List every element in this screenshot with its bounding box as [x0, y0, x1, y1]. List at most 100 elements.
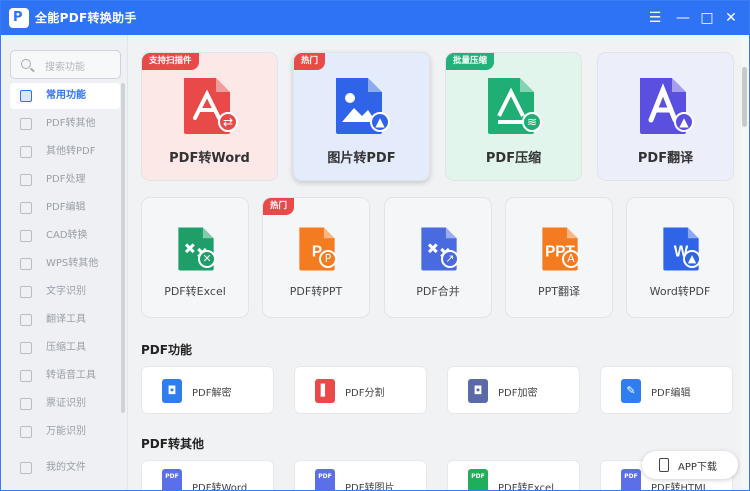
image-to-pdf-icon: ▲ — [332, 76, 390, 136]
pdf-compress-icon: ≋ — [484, 76, 542, 136]
image-to-pdf-card[interactable]: ▲ 热门 图片转PDF — [293, 52, 430, 181]
minimize-icon[interactable]: — — [673, 7, 693, 29]
sidebar-item-label: PDF转其他 — [46, 118, 96, 129]
search-placeholder: 搜索功能 — [45, 62, 85, 73]
pdf-merge-card[interactable]: ↗ PDF合并 — [384, 197, 492, 318]
nav-item-icon — [20, 314, 32, 326]
pdf-translate-card[interactable]: ▲ PDF翻译 — [597, 52, 734, 181]
maximize-icon[interactable]: □ — [697, 7, 717, 29]
feature-label: PDF转Word — [169, 151, 250, 166]
feature-label: PDF翻译 — [637, 151, 694, 166]
feature-tag: 热门 — [294, 53, 326, 70]
section-title-pdf-to-other: PDF转其他 — [141, 437, 204, 451]
lock-icon: ◘ — [468, 379, 488, 403]
pdf-badge-icon: PDF — [162, 469, 182, 490]
icon-badge: P — [319, 250, 337, 268]
nav-item-icon — [20, 370, 32, 382]
section-title-pdf-functions: PDF功能 — [141, 343, 192, 357]
close-icon[interactable]: ✕ — [721, 7, 741, 29]
sidebar-item[interactable]: 常用功能 — [10, 83, 120, 109]
sidebar-item[interactable]: 翻译工具 — [10, 307, 120, 333]
menu-icon[interactable]: ☰ — [645, 7, 665, 29]
pdf-to-word-item[interactable]: PDF PDF转Word — [141, 460, 274, 491]
nav-item-icon — [20, 258, 32, 270]
icon-badge: ↗ — [441, 250, 459, 268]
icon-badge: A — [562, 250, 580, 268]
icon-glyph: ▌ — [320, 384, 330, 397]
pdf-to-excel-item[interactable]: PDF PDF转Excel — [447, 460, 580, 490]
pdf-split-item[interactable]: ▌ PDF分割 — [294, 366, 427, 414]
sidebar-scrollbar[interactable] — [121, 83, 125, 413]
icon-glyph: ◘ — [167, 384, 177, 397]
sidebar-item[interactable]: 转语音工具 — [10, 363, 120, 389]
nav-item-icon — [20, 398, 32, 410]
sidebar-item[interactable]: 我的文件 — [10, 455, 120, 481]
app-download-button[interactable]: APP下载 — [642, 451, 738, 479]
pdf-translate-icon: ▲ — [636, 76, 694, 136]
nav-item-icon — [20, 462, 32, 474]
function-label: PDF转图片 — [345, 483, 395, 491]
sidebar-item-label: 我的文件 — [46, 462, 86, 473]
nav-item-icon — [20, 230, 32, 242]
nav-item-icon — [20, 90, 32, 102]
pdf-to-ppt-card[interactable]: P P 热门 PDF转PPT — [262, 197, 370, 318]
function-label: PDF分割 — [345, 388, 385, 399]
function-label: PDF编辑 — [651, 388, 691, 399]
pdf-encrypt-item[interactable]: ◘ PDF加密 — [447, 366, 580, 414]
icon-text: PDF — [318, 473, 332, 480]
sidebar: 搜索功能 常用功能 PDF转其他其他转PDF PDF处理 PDF编辑 CAD转换 WPS转… — [2, 35, 128, 490]
sidebar-item-label: PDF编辑 — [46, 202, 86, 213]
sidebar-item-label: 文字识别 — [46, 286, 86, 297]
icon-text: PDF — [165, 473, 179, 480]
pdf-to-word-card[interactable]: ⇄ 支持扫描件 PDF转Word — [141, 52, 278, 181]
sidebar-item-label: 转语音工具 — [46, 370, 96, 381]
nav-item-icon — [20, 146, 32, 158]
pdf-to-image-item[interactable]: PDF PDF转图片 — [294, 460, 427, 491]
pdf-decrypt-item[interactable]: ◘ PDF解密 — [141, 366, 274, 414]
sidebar-item[interactable]: 压缩工具 — [10, 335, 120, 361]
sidebar-item[interactable]: WPS转其他 — [10, 251, 120, 277]
sidebar-item[interactable]: PDF处理 — [10, 167, 120, 193]
sidebar-item[interactable]: 其他转PDF — [10, 139, 120, 165]
edit-icon: ✎ — [621, 379, 641, 403]
pdf-badge-icon: PDF — [468, 469, 488, 490]
main-content: PDF功能 PDF转其他 ⇄ 支持扫描件 PDF转Word ▲ 热门 图片转PDF ≋ 批… — [129, 35, 739, 491]
ppt-translate-card[interactable]: PPT A PPT翻译 — [505, 197, 613, 318]
secondary-label: PDF合并 — [416, 285, 460, 298]
word-to-pdf-card[interactable]: W ▲ Word转PDF — [626, 197, 734, 318]
app-download-label: APP下载 — [678, 462, 717, 473]
pdf-to-excel-card[interactable]: ✕ PDF转Excel — [141, 197, 249, 318]
secondary-label: PPT翻译 — [538, 285, 580, 298]
search-input[interactable]: 搜索功能 — [10, 50, 121, 79]
sidebar-item[interactable]: 文字识别 — [10, 279, 120, 305]
sidebar-item[interactable]: 万能识别 — [10, 419, 120, 445]
nav-item-icon — [20, 118, 32, 130]
function-label: PDF转Word — [192, 483, 248, 491]
sidebar-item[interactable]: CAD转换 — [10, 223, 120, 249]
title-bar: P 全能PDF转换助手 ☰ — □ ✕ — [1, 1, 749, 35]
app-logo: P — [9, 8, 29, 28]
icon-badge: ▲ — [674, 112, 694, 132]
main-scrollbar-thumb[interactable] — [742, 67, 747, 127]
sidebar-item[interactable]: PDF转其他 — [10, 111, 120, 137]
word-icon: W ▲ — [659, 226, 703, 272]
sidebar-item-label: 常用功能 — [46, 90, 86, 101]
sidebar-item-label: 票证识别 — [46, 398, 86, 409]
secondary-label: PDF转PPT — [289, 285, 343, 298]
ppt-translate-icon: PPT A — [538, 226, 582, 272]
sidebar-item[interactable]: PDF编辑 — [10, 195, 120, 221]
sidebar-item-label: 压缩工具 — [46, 342, 86, 353]
pdf-badge-icon: PDF — [315, 469, 335, 490]
sidebar-item[interactable]: 票证识别 — [10, 391, 120, 417]
excel-icon: ✕ — [174, 226, 218, 272]
function-label: PDF转HTML — [651, 483, 709, 491]
feature-label: PDF压缩 — [485, 151, 542, 166]
sidebar-item-label: PDF处理 — [46, 174, 86, 185]
icon-badge: ⇄ — [218, 112, 238, 132]
nav-item-icon — [20, 286, 32, 298]
pdf-to-word-icon: ⇄ — [180, 76, 238, 136]
pdf-edit-item[interactable]: ✎ PDF编辑 — [600, 366, 733, 414]
pdf-compress-card[interactable]: ≋ 批量压缩 PDF压缩 — [445, 52, 582, 181]
icon-badge: ▲ — [683, 250, 701, 268]
main-scrollbar[interactable] — [741, 37, 749, 489]
